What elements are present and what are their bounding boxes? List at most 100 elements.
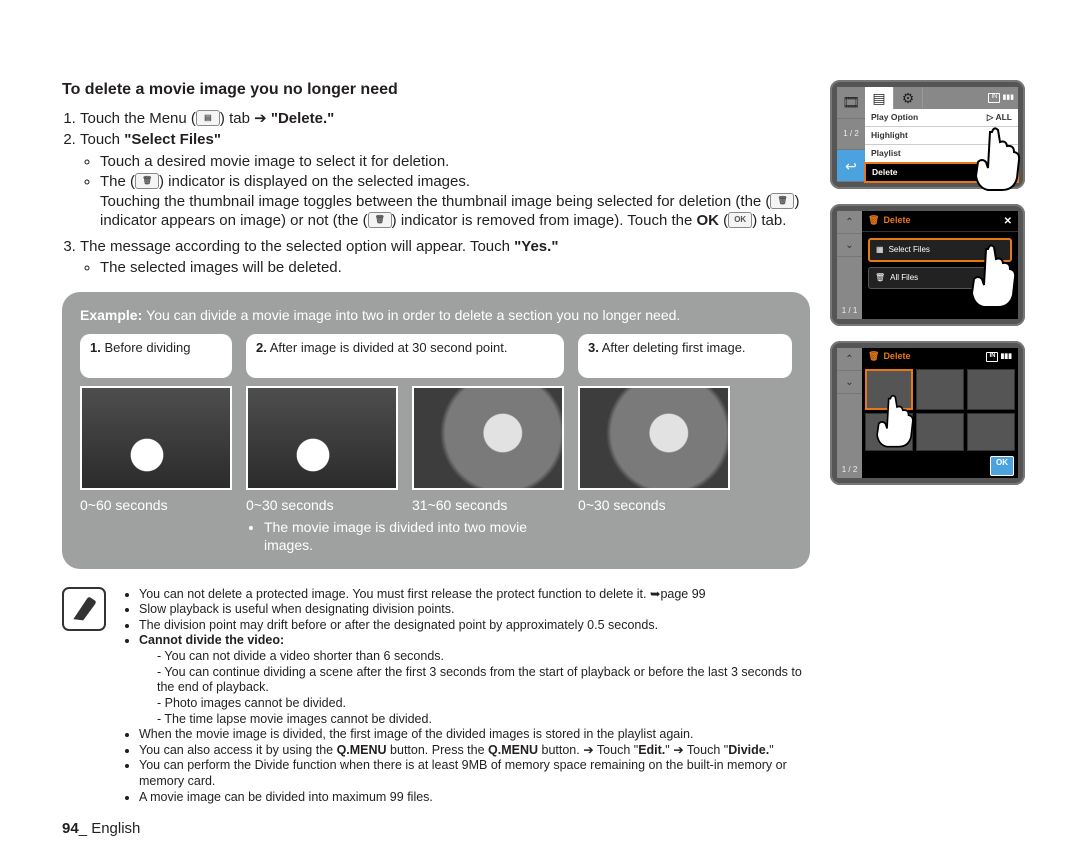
menu-icon: ▤: [196, 110, 220, 126]
step1-delete-label: "Delete.": [271, 110, 334, 127]
example-time2b: 31~60 seconds: [412, 496, 564, 514]
cap2-text: After image is divided at 30 second poin…: [270, 340, 508, 355]
example-thumb-2a: [246, 386, 398, 490]
step-2: Touch "Select Files" Touch a desired mov…: [80, 130, 810, 231]
notes-panel: You can not delete a protected image. Yo…: [62, 587, 810, 806]
play-badge: ▷ ALL: [987, 112, 1012, 123]
option-all-files[interactable]: 🗑 All Files: [868, 267, 1012, 289]
scroll-up-icon[interactable]: ⌃: [837, 348, 862, 371]
menu-highlight-label: Highlight: [871, 130, 908, 141]
b2g: (: [719, 212, 728, 229]
tab-list-icon[interactable]: ▤: [865, 87, 894, 109]
step2-textA: Touch: [80, 131, 124, 148]
n6d: Q.MENU: [488, 743, 538, 757]
menu-delete-label: Delete: [872, 167, 898, 178]
n6f: Edit.: [638, 743, 665, 757]
option-select-files[interactable]: ▦ Select Files: [868, 238, 1012, 262]
thumbnail-2[interactable]: [916, 369, 964, 410]
thumbnail-5[interactable]: [916, 413, 964, 452]
note-4: Cannot divide the video: You can not div…: [139, 633, 810, 727]
page-number: 94: [62, 820, 79, 837]
page-counter: 1 / 1: [837, 303, 862, 319]
example-thumb-1: [80, 386, 232, 490]
thumbnail-1[interactable]: [865, 369, 913, 410]
option-all-files-label: All Files: [890, 273, 918, 283]
example-time3: 0~30 seconds: [578, 496, 792, 514]
note-icon: [62, 587, 106, 631]
note-2: Slow playback is useful when designating…: [139, 602, 810, 618]
note-8: A movie image can be divided into maximu…: [139, 790, 810, 806]
close-icon[interactable]: ✕: [1004, 215, 1012, 228]
step1-textA: Touch the Menu (: [80, 110, 196, 127]
menu-highlight[interactable]: Highlight: [865, 127, 1018, 145]
step2-bullet1: Touch a desired movie image to select it…: [100, 152, 810, 172]
menu-playlist[interactable]: Playlist: [865, 145, 1018, 163]
b2h: ) tab.: [752, 212, 786, 229]
step-3: The message according to the selected op…: [80, 237, 810, 278]
trash-icon: 🗑: [868, 351, 879, 363]
n6b: Q.MENU: [337, 743, 387, 757]
movie-mode-icon[interactable]: 🎞: [837, 87, 865, 119]
all-files-icon: 🗑: [875, 273, 885, 283]
step3-bullet1: The selected images will be deleted.: [100, 258, 810, 278]
menu-play-option-label: Play Option: [871, 112, 918, 123]
note-4c: Photo images cannot be divided.: [157, 696, 810, 712]
note-5: When the movie image is divided, the fir…: [139, 727, 810, 743]
scroll-down-icon[interactable]: ⌄: [837, 234, 862, 257]
trash-icon: 🗑: [368, 212, 392, 228]
n6a: You can also access it by using the: [139, 743, 337, 757]
scroll-down-icon[interactable]: ⌄: [837, 371, 862, 394]
device-screenshot-thumbnail-select: ⌃ ⌄ 1 / 2 🗑DeleteIN▮▮▮: [830, 341, 1025, 485]
device-screenshot-delete-options: ⌃ ⌄ 1 / 1 🗑 Delete ✕ ▦ Select Files 🗑 All Fi…: [830, 204, 1025, 326]
option-select-files-label: Select Files: [889, 245, 930, 255]
page-counter: 1 / 2: [837, 119, 865, 151]
b2b: ) indicator is displayed on the selected…: [159, 173, 470, 190]
step2-bullet2: The (🗑) indicator is displayed on the se…: [100, 172, 810, 231]
section-heading: To delete a movie image you no longer ne…: [62, 80, 810, 101]
tab-settings-icon[interactable]: ⚙: [894, 87, 923, 109]
ok-icon: OK: [728, 212, 752, 228]
ok-label: OK: [697, 212, 720, 229]
cap3-num: 3.: [588, 340, 599, 355]
footer-lang: English: [91, 820, 140, 837]
menu-play-option[interactable]: Play Option ▷ ALL: [865, 109, 1018, 127]
step-1: Touch the Menu (▤) tab ➔ "Delete.": [80, 109, 810, 129]
note-1: You can not delete a protected image. Yo…: [139, 587, 810, 603]
example-time2a: 0~30 seconds: [246, 496, 398, 514]
note-6: You can also access it by using the Q.ME…: [139, 743, 810, 759]
thumbnail-4[interactable]: [865, 413, 913, 452]
page-footer: 94_ English: [62, 819, 140, 839]
battery-icon: ▮▮▮: [1002, 93, 1014, 102]
trash-icon: 🗑: [868, 215, 879, 227]
scroll-up-icon[interactable]: ⌃: [837, 211, 862, 234]
n6h: Divide.: [728, 743, 769, 757]
note-7: You can perform the Divide function when…: [139, 758, 810, 789]
example-thumb-2b: [412, 386, 564, 490]
note-4b: You can continue dividing a scene after …: [157, 665, 810, 696]
page-counter: 1 / 2: [837, 462, 862, 478]
example-thumb-3: [578, 386, 730, 490]
n6i: ": [769, 743, 773, 757]
ok-button[interactable]: OK: [990, 456, 1014, 476]
menu-playlist-label: Playlist: [871, 148, 901, 159]
step-list: Touch the Menu (▤) tab ➔ "Delete." Touch…: [62, 109, 810, 278]
menu-delete[interactable]: Delete: [864, 162, 1019, 183]
example-cap1: 1. Before dividing: [80, 334, 232, 378]
device-screenshot-menu: 🎞 1 / 2 ↩ ▤ ⚙ IN▮▮▮ Play Option▷ ALL: [830, 80, 1025, 189]
back-icon[interactable]: ↩: [837, 150, 865, 182]
trash-icon: 🗑: [135, 173, 159, 189]
b2e: ) indicator is removed from image). Touc…: [392, 212, 697, 229]
cap3-text: After deleting first image.: [602, 340, 746, 355]
step3-textA: The message according to the selected op…: [80, 238, 514, 255]
step1-textB: ) tab ➔: [220, 110, 271, 127]
thumbnail-3[interactable]: [967, 369, 1015, 410]
memory-in-badge: IN: [986, 352, 998, 362]
delete-title: Delete: [883, 215, 910, 227]
example-panel: Example: You can divide a movie image in…: [62, 292, 810, 569]
example-cap3: 3. After deleting first image.: [578, 334, 792, 378]
select-files-icon: ▦: [876, 245, 884, 255]
step3-yes: "Yes.": [514, 238, 558, 255]
b2c: Touching the thumbnail image toggles bet…: [100, 193, 770, 210]
thumbnail-6[interactable]: [967, 413, 1015, 452]
example-divnote: The movie image is divided into two movi…: [264, 518, 564, 554]
